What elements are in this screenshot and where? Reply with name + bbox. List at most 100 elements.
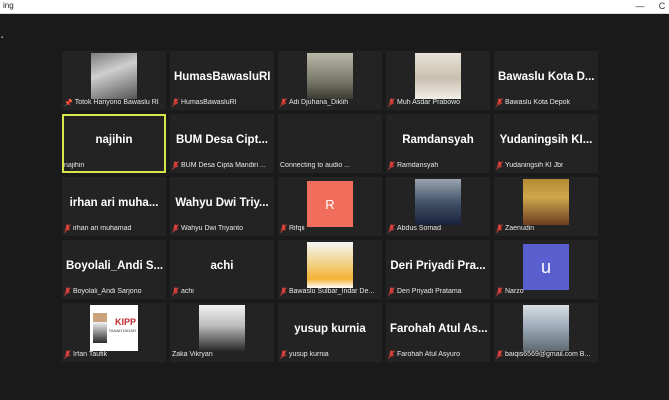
participant-avatar: R xyxy=(307,181,353,227)
participant-label: Irfan Taufik xyxy=(64,349,162,360)
participant-tile[interactable]: Bawaslu Sulbar_Indar De... xyxy=(278,240,382,299)
participant-label: achi xyxy=(172,286,270,297)
participant-label: najihin xyxy=(64,162,85,169)
muted-mic-icon xyxy=(280,98,287,107)
participant-tile[interactable]: Connecting to audio ... xyxy=(278,114,382,173)
muted-mic-icon xyxy=(64,224,71,233)
muted-mic-icon xyxy=(496,161,503,170)
participant-label: Rifqii xyxy=(280,223,378,234)
participant-label: yusup kurnia xyxy=(280,349,378,360)
muted-mic-icon xyxy=(388,98,395,107)
participant-tile[interactable]: Ramdansyah Ramdansyah xyxy=(386,114,490,173)
participant-label: baiqis6569@gmail.com B... xyxy=(496,349,594,360)
muted-mic-icon xyxy=(496,350,503,359)
close-button[interactable]: C xyxy=(652,0,669,14)
muted-mic-icon xyxy=(280,224,287,233)
muted-mic-icon xyxy=(496,224,503,233)
muted-mic-icon xyxy=(496,98,503,107)
participant-label: Farohah Atul Asyuro xyxy=(388,349,486,360)
participant-label: Narzo xyxy=(496,286,594,297)
muted-mic-icon xyxy=(388,287,395,296)
participant-tile[interactable]: Muh Asdar Prabowo xyxy=(386,51,490,110)
participant-video xyxy=(523,305,569,351)
participant-tile[interactable]: irhan ari muha... irhan ari muhamad xyxy=(62,177,166,236)
participant-tile[interactable]: HumasBawasluRI HumasBawasluRI xyxy=(170,51,274,110)
participant-tile[interactable]: baiqis6569@gmail.com B... xyxy=(494,303,598,362)
participant-tile[interactable]: Deri Priyadi Pra... Deri Priyadi Pratama xyxy=(386,240,490,299)
muted-mic-icon xyxy=(172,287,179,296)
participant-tile[interactable]: Adi Djuhana_Diklih xyxy=(278,51,382,110)
participant-tile[interactable]: KIPP TANAH DATAR Irfan Taufik xyxy=(62,303,166,362)
participant-display-name: Wahyu Dwi Triy... xyxy=(175,197,269,209)
participant-display-name: Boyolali_Andi S... xyxy=(66,260,164,272)
participant-display-name: najihin xyxy=(95,134,133,146)
participant-label: Zaka Vikryan xyxy=(172,351,213,358)
participant-video xyxy=(307,53,353,99)
kipp-logo-text: KIPP xyxy=(114,317,136,327)
participant-label: BUM Desa Cipta Mandiri ... xyxy=(172,160,270,171)
participant-display-name: achi xyxy=(210,260,234,272)
view-options-icon[interactable]: ▪ xyxy=(1,35,3,41)
participant-label: Boyolali_Andi Sarjono xyxy=(64,286,162,297)
participant-display-name: BUM Desa Cipt... xyxy=(175,134,268,146)
participant-label: Adi Djuhana_Diklih xyxy=(280,97,378,108)
participant-tile[interactable]: Abdus Somad xyxy=(386,177,490,236)
participant-tile[interactable]: Zaenudin xyxy=(494,177,598,236)
window-titlebar: ing — C xyxy=(0,0,669,14)
participant-label: Muh Asdar Prabowo xyxy=(388,97,486,108)
muted-mic-icon xyxy=(172,161,179,170)
participant-tile[interactable]: 📌 Totok Hariyono Bawaslu RI xyxy=(62,51,166,110)
muted-mic-icon xyxy=(64,350,71,359)
participant-video: KIPP TANAH DATAR xyxy=(90,305,138,351)
participant-label: Yudaningsih KI Jbr xyxy=(496,160,594,171)
participant-label: Deri Priyadi Pratama xyxy=(388,286,486,297)
gallery-view-grid: 📌 Totok Hariyono Bawaslu RI HumasBawaslu… xyxy=(62,51,598,362)
participant-video xyxy=(415,179,461,225)
participant-display-name: Yudaningsih KI... xyxy=(499,134,593,146)
participant-tile-active-speaker[interactable]: najihin najihin xyxy=(62,114,166,173)
participant-tile[interactable]: yusup kurnia yusup kurnia xyxy=(278,303,382,362)
participant-label: 📌 Totok Hariyono Bawaslu RI xyxy=(64,99,159,107)
muted-mic-icon xyxy=(388,224,395,233)
muted-mic-icon xyxy=(172,98,179,107)
participant-tile[interactable]: Wahyu Dwi Triy... Wahyu Dwi Triyanto xyxy=(170,177,274,236)
participant-label: HumasBawasluRI xyxy=(172,97,270,108)
participant-tile[interactable]: Farohah Atul As... Farohah Atul Asyuro xyxy=(386,303,490,362)
participant-video xyxy=(523,179,569,225)
participant-label: Connecting to audio ... xyxy=(280,162,351,169)
pin-icon: 📌 xyxy=(64,99,73,107)
participant-display-name: Farohah Atul As... xyxy=(390,323,488,335)
participant-video xyxy=(199,305,245,351)
participant-video xyxy=(307,242,353,288)
participant-display-name: Ramdansyah xyxy=(402,134,474,146)
participant-tile[interactable]: Boyolali_Andi S... Boyolali_Andi Sarjono xyxy=(62,240,166,299)
participant-tile[interactable]: Bawaslu Kota D... Bawaslu Kota Depok xyxy=(494,51,598,110)
participant-tile[interactable]: R Rifqii xyxy=(278,177,382,236)
muted-mic-icon xyxy=(172,224,179,233)
participant-label: Wahyu Dwi Triyanto xyxy=(172,223,270,234)
participant-display-name: yusup kurnia xyxy=(294,323,366,335)
muted-mic-icon xyxy=(280,350,287,359)
participant-label: Ramdansyah xyxy=(388,160,486,171)
participant-tile[interactable]: u Narzo xyxy=(494,240,598,299)
kipp-figure xyxy=(93,313,107,343)
muted-mic-icon xyxy=(280,287,287,296)
kipp-logo-subtext: TANAH DATAR xyxy=(108,328,136,333)
participant-display-name: irhan ari muha... xyxy=(69,197,159,209)
muted-mic-icon xyxy=(388,350,395,359)
participant-label: Bawaslu Sulbar_Indar De... xyxy=(280,286,378,297)
participant-label: Abdus Somad xyxy=(388,223,486,234)
participant-label: irhan ari muhamad xyxy=(64,223,162,234)
participant-tile[interactable]: achi achi xyxy=(170,240,274,299)
participant-video xyxy=(415,53,461,99)
participant-tile[interactable]: Yudaningsih KI... Yudaningsih KI Jbr xyxy=(494,114,598,173)
participant-tile[interactable]: BUM Desa Cipt... BUM Desa Cipta Mandiri … xyxy=(170,114,274,173)
muted-mic-icon xyxy=(64,287,71,296)
participant-label: Bawaslu Kota Depok xyxy=(496,97,594,108)
window-title: ing xyxy=(3,1,14,10)
participant-tile[interactable]: Zaka Vikryan xyxy=(170,303,274,362)
participant-display-name: Bawaslu Kota D... xyxy=(498,71,595,83)
minimize-button[interactable]: — xyxy=(630,0,650,14)
participant-display-name: Deri Priyadi Pra... xyxy=(390,260,486,272)
participant-avatar: u xyxy=(523,244,569,290)
